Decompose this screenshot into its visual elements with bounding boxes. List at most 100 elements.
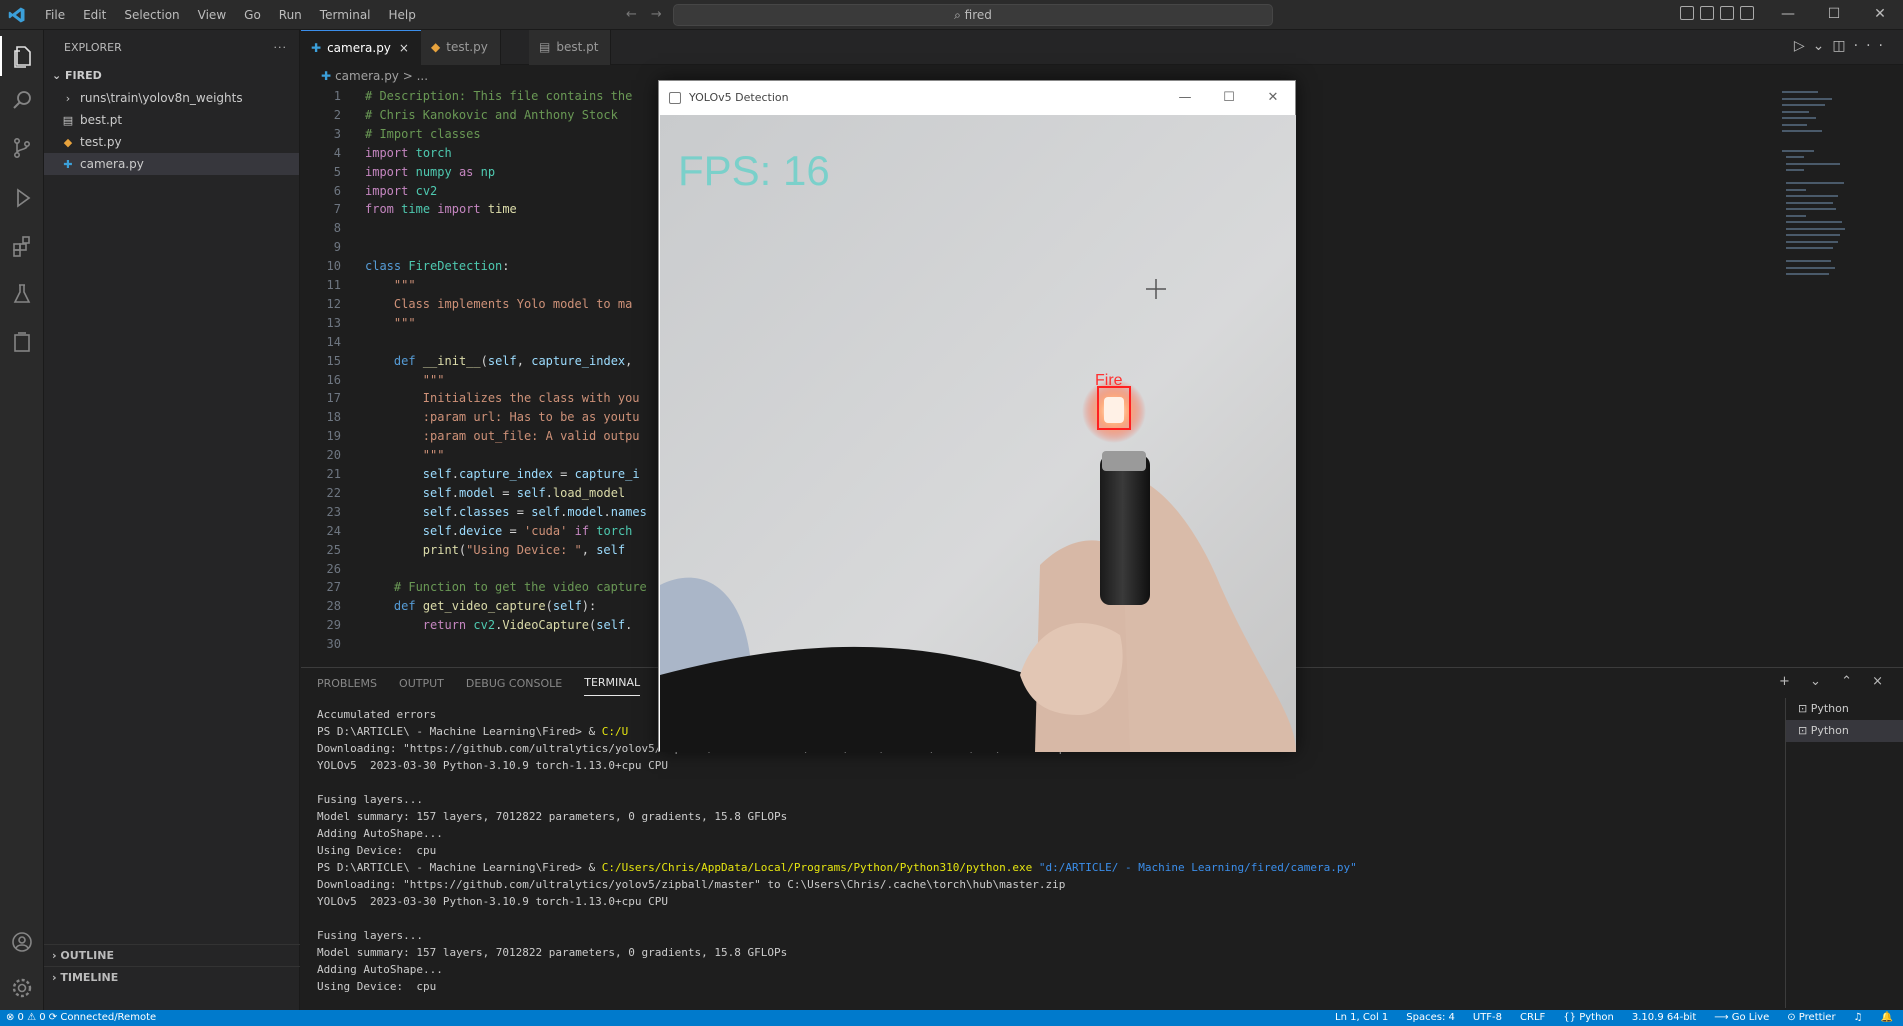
explorer-icon[interactable] xyxy=(0,36,44,76)
line-number: 22 xyxy=(326,485,341,500)
tab-camera-py[interactable]: ✚ camera.py × xyxy=(301,30,422,65)
code-line[interactable]: 15 def __init__(self, capture_index, xyxy=(301,352,633,371)
code-line[interactable]: 12 Class implements Yolo model to ma xyxy=(301,295,633,314)
workspace-root[interactable]: ⌄ FIRED xyxy=(44,65,299,87)
timeline-section[interactable]: › TIMELINE xyxy=(44,966,300,988)
toggle-secondary-sidebar-icon[interactable] xyxy=(1720,6,1734,20)
outline-section[interactable]: › OUTLINE xyxy=(44,944,300,966)
code-line[interactable]: 26 xyxy=(301,560,365,579)
more-actions-icon[interactable]: ··· xyxy=(274,30,288,65)
more-actions-icon[interactable]: ··· xyxy=(1854,38,1891,54)
toggle-panel-icon[interactable] xyxy=(1700,6,1714,20)
code-line[interactable]: 17 Initializes the class with you xyxy=(301,389,640,408)
terminal-line: YOLOv5 2023-03-30 Python-3.10.9 torch-1.… xyxy=(317,895,668,908)
terminal-instance[interactable]: ⊡ Python xyxy=(1786,698,1903,720)
code-line[interactable]: 14 xyxy=(301,333,365,352)
extensions-icon[interactable] xyxy=(0,226,44,266)
code-line[interactable]: 7 from time import time xyxy=(301,200,517,219)
code-line[interactable]: 3 # Import classes xyxy=(301,125,481,144)
tree-item-best-pt[interactable]: ▤ best.pt xyxy=(44,109,299,131)
code-line[interactable]: 4 import torch xyxy=(301,144,452,163)
tab-output[interactable]: OUTPUT xyxy=(399,671,444,696)
tab-terminal[interactable]: TERMINAL xyxy=(584,670,641,696)
status-go-live[interactable]: ⟶ Go Live xyxy=(1714,1010,1769,1026)
menu-run[interactable]: Run xyxy=(272,6,309,24)
run-file-icon[interactable]: ▷⌄ xyxy=(1794,38,1833,54)
run-debug-icon[interactable] xyxy=(0,178,44,218)
code-line[interactable]: 2 # Chris Kanokovic and Anthony Stock xyxy=(301,106,618,125)
testing-icon[interactable] xyxy=(0,274,44,314)
toggle-sidebar-icon[interactable] xyxy=(1680,6,1694,20)
terminal-line: Fusing layers... xyxy=(317,929,423,942)
code-line[interactable]: 13 """ xyxy=(301,314,416,333)
maximize-icon[interactable]: ☐ xyxy=(1207,81,1251,115)
nav-arrows[interactable]: ←→ xyxy=(626,7,676,22)
back-arrow-icon[interactable]: ← xyxy=(626,7,651,22)
menu-selection[interactable]: Selection xyxy=(117,6,186,24)
accounts-icon[interactable] xyxy=(0,922,44,962)
code-line[interactable]: 18 :param url: Has to be as youtu xyxy=(301,408,640,427)
customize-layout-icon[interactable] xyxy=(1740,6,1754,20)
search-icon[interactable] xyxy=(0,80,44,120)
tree-item-camera-py[interactable]: ✚ camera.py xyxy=(44,153,299,175)
remote-explorer-icon[interactable] xyxy=(0,322,44,362)
menu-help[interactable]: Help xyxy=(382,6,423,24)
code-line[interactable]: 24 self.device = 'cuda' if torch xyxy=(301,522,633,541)
code-line[interactable]: 19 :param out_file: A valid outpu xyxy=(301,427,640,446)
source-control-icon[interactable] xyxy=(0,128,44,168)
status-indentation[interactable]: Spaces: 4 xyxy=(1406,1010,1455,1026)
code-line[interactable]: 29 return cv2.VideoCapture(self. xyxy=(301,616,633,635)
status-encoding[interactable]: UTF-8 xyxy=(1473,1010,1502,1026)
close-icon[interactable]: ✕ xyxy=(1857,0,1903,30)
code-text: # Description: This file contains the xyxy=(365,89,633,103)
code-line[interactable]: 22 self.model = self.load_model xyxy=(301,484,626,503)
split-editor-icon[interactable]: ◫ xyxy=(1832,38,1853,54)
tree-item-runs-folder[interactable]: › runs\train\yolov8n_weights xyxy=(44,87,299,109)
code-line[interactable]: 21 self.capture_index = capture_i xyxy=(301,465,640,484)
code-line[interactable]: 1 # Description: This file contains the xyxy=(301,87,633,106)
code-line[interactable]: 20 """ xyxy=(301,446,445,465)
detection-window[interactable]: YOLOv5 Detection — ☐ ✕ Fire FPS: 16 xyxy=(658,80,1296,752)
tab-problems[interactable]: PROBLEMS xyxy=(317,671,377,696)
code-line[interactable]: 8 xyxy=(301,219,365,238)
code-line[interactable]: 5 import numpy as np xyxy=(301,163,495,182)
code-line[interactable]: 10 class FireDetection: xyxy=(301,257,510,276)
code-line[interactable]: 6 import cv2 xyxy=(301,182,438,201)
panel-actions[interactable]: + ⌄ ⌃ × xyxy=(1779,674,1891,689)
code-line[interactable]: 30 xyxy=(301,635,365,654)
menu-edit[interactable]: Edit xyxy=(76,6,113,24)
menu-view[interactable]: View xyxy=(191,6,233,24)
menu-go[interactable]: Go xyxy=(237,6,268,24)
status-left[interactable]: ⊗ 0 ⚠ 0 ⟳ Connected/Remote xyxy=(6,1010,156,1026)
tab-best-pt[interactable]: ▤ best.pt xyxy=(529,30,612,65)
code-line[interactable]: 16 """ xyxy=(301,371,445,390)
command-center[interactable]: ⌕ fired xyxy=(673,4,1273,26)
minimize-icon[interactable]: — xyxy=(1765,0,1811,30)
bell-icon[interactable]: 🔔 xyxy=(1881,1010,1893,1026)
minimap[interactable] xyxy=(1780,87,1890,297)
status-interpreter[interactable]: 3.10.9 64-bit xyxy=(1632,1010,1696,1026)
code-line[interactable]: 11 """ xyxy=(301,276,416,295)
code-line[interactable]: 23 self.classes = self.model.names xyxy=(301,503,647,522)
menu-file[interactable]: File xyxy=(38,6,72,24)
minimize-icon[interactable]: — xyxy=(1163,81,1207,115)
status-cursor-position[interactable]: Ln 1, Col 1 xyxy=(1335,1010,1388,1026)
tree-item-test-py[interactable]: ◆ test.py xyxy=(44,131,299,153)
tab-debug-console[interactable]: DEBUG CONSOLE xyxy=(466,671,562,696)
close-tab-icon[interactable]: × xyxy=(399,41,409,55)
code-line[interactable]: 9 xyxy=(301,238,365,257)
feedback-icon[interactable]: ♫ xyxy=(1854,1010,1863,1026)
status-language[interactable]: {} Python xyxy=(1563,1010,1614,1026)
code-line[interactable]: 28 def get_video_capture(self): xyxy=(301,597,597,616)
maximize-icon[interactable]: ☐ xyxy=(1811,0,1857,30)
status-prettier[interactable]: ⊙ Prettier xyxy=(1787,1010,1835,1026)
tab-test-py[interactable]: ◆ test.py xyxy=(421,30,501,65)
close-icon[interactable]: ✕ xyxy=(1251,81,1295,115)
code-line[interactable]: 25 print("Using Device: ", self xyxy=(301,541,626,560)
terminal-instance[interactable]: ⊡ Python xyxy=(1786,720,1903,742)
menu-terminal[interactable]: Terminal xyxy=(313,6,378,24)
code-line[interactable]: 27 # Function to get the video capture xyxy=(301,578,647,597)
breadcrumb[interactable]: ✚ camera.py > ... xyxy=(301,65,428,87)
status-eol[interactable]: CRLF xyxy=(1520,1010,1545,1026)
gear-icon[interactable] xyxy=(0,968,44,1008)
